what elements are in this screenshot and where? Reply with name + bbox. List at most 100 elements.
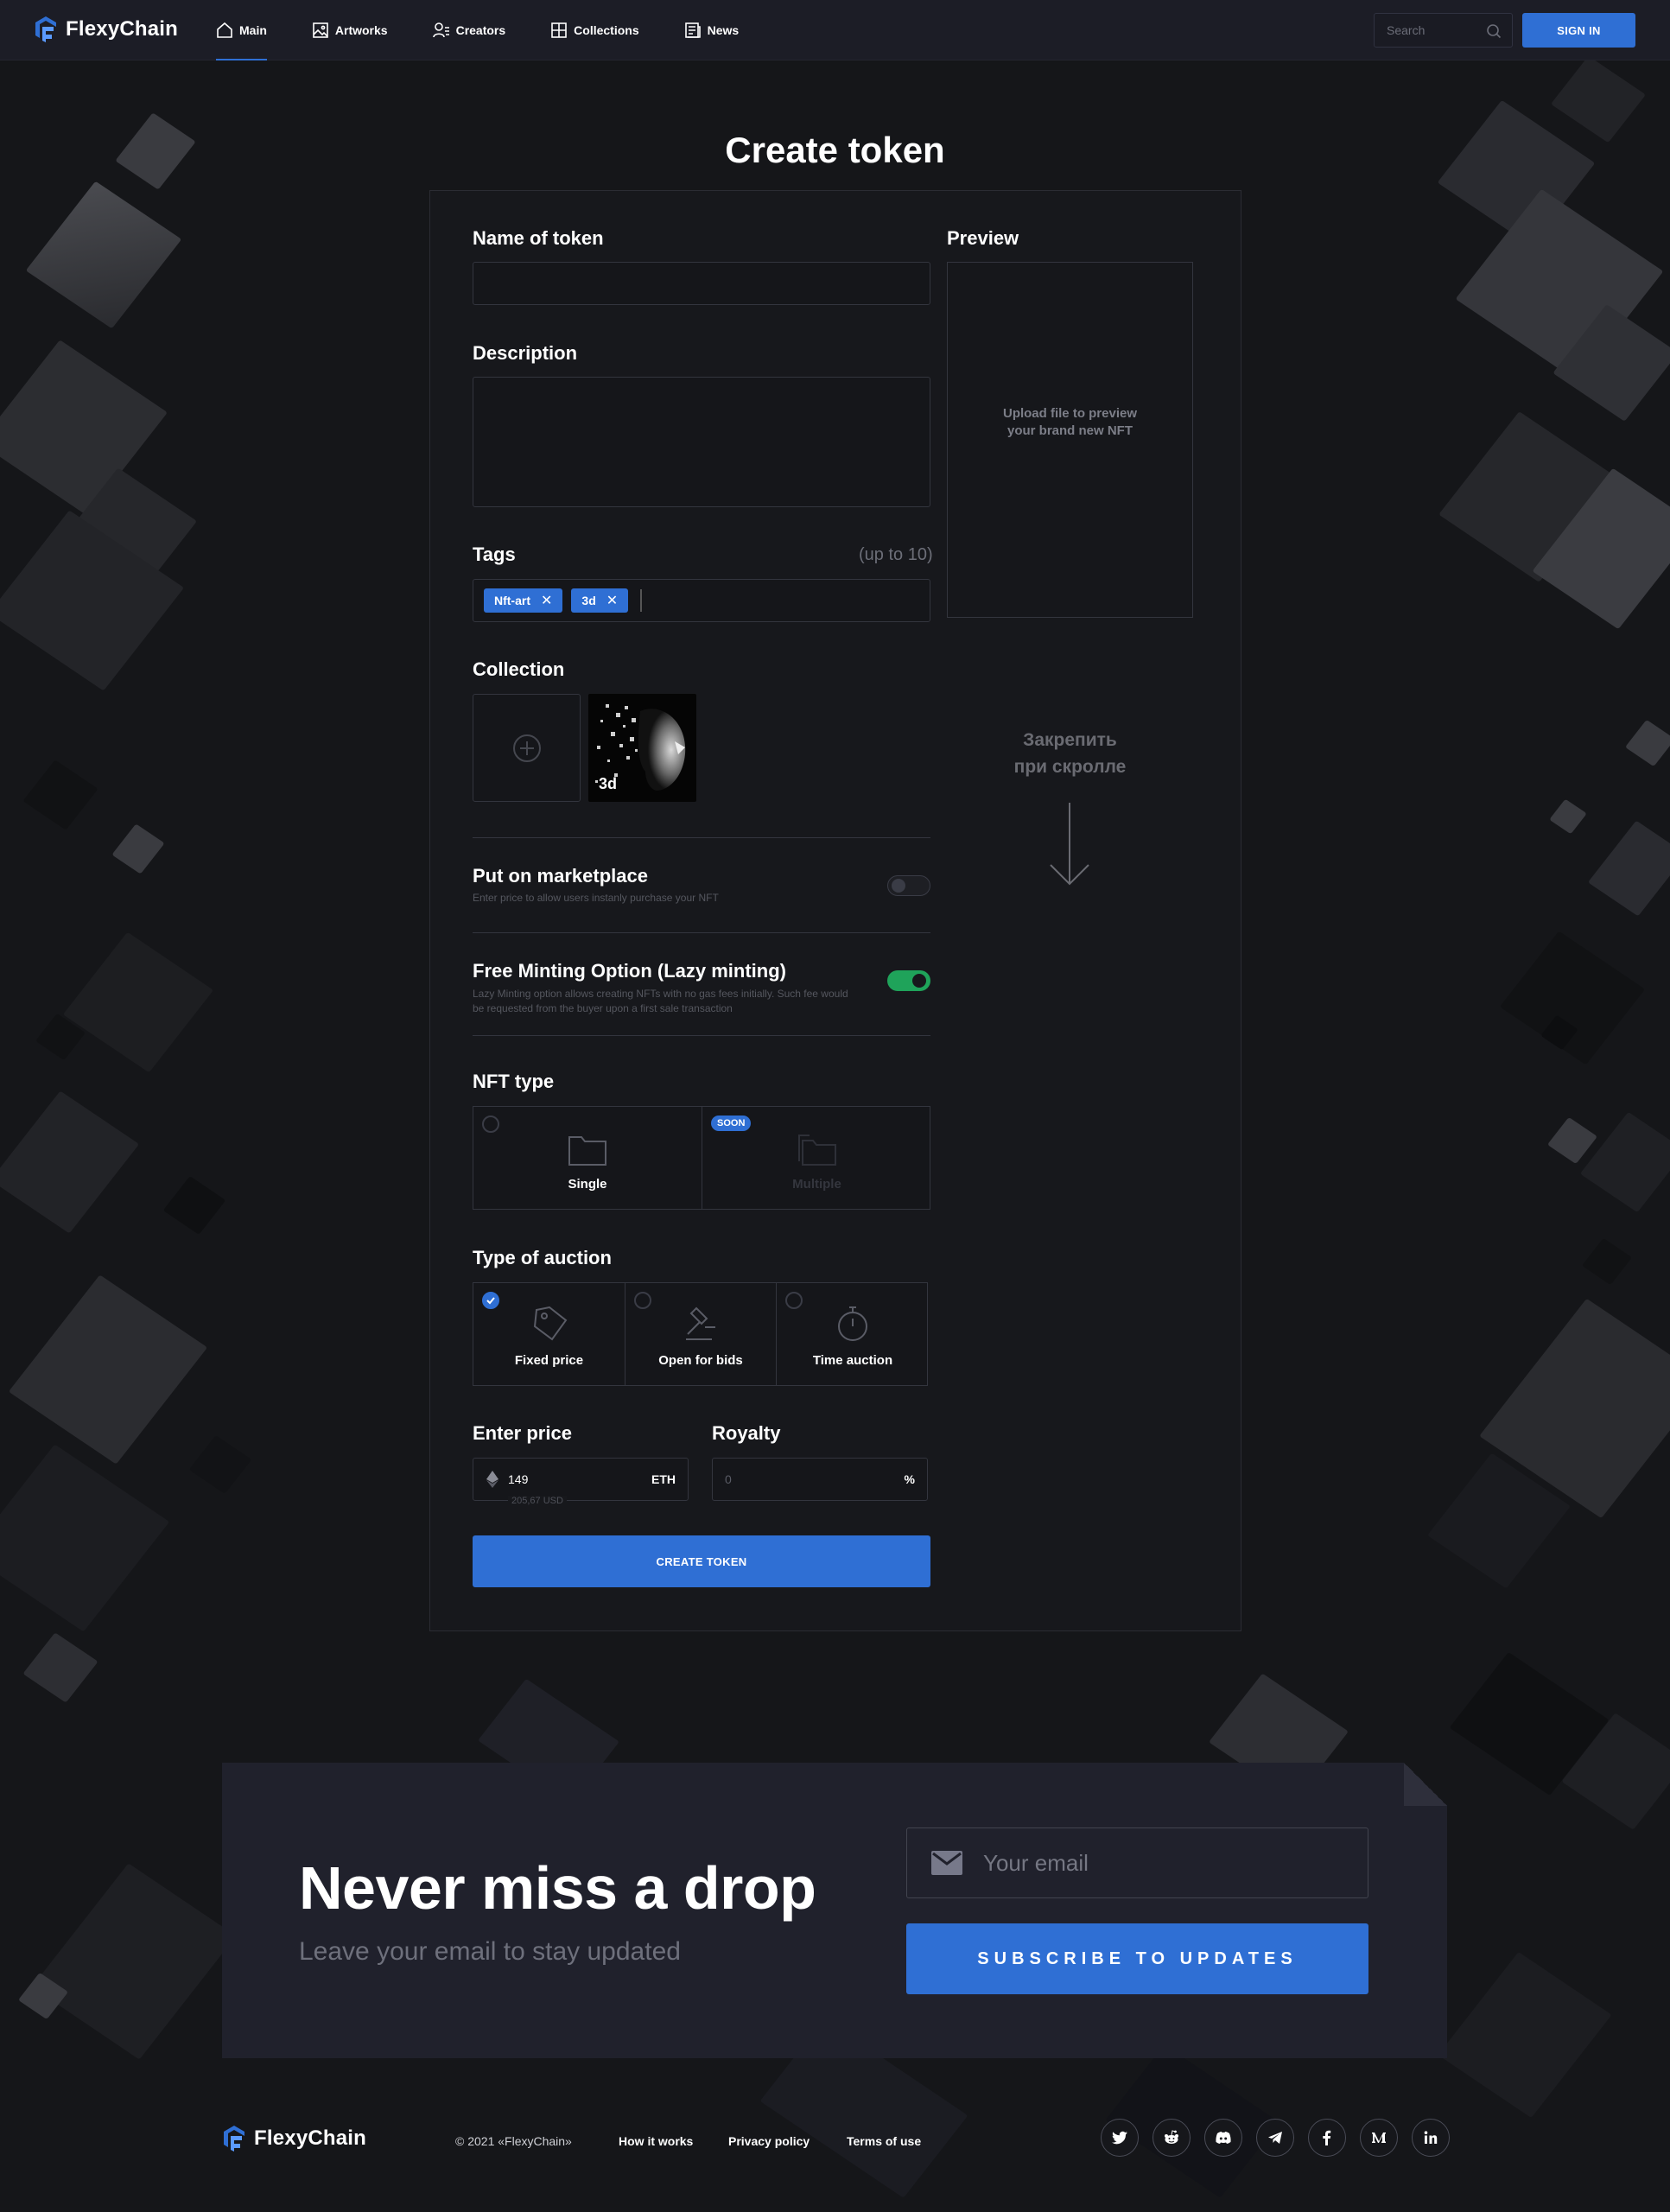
nft-type-label: NFT type: [473, 1071, 555, 1092]
price-input[interactable]: 149 ETH 205,67 USD: [473, 1458, 689, 1506]
search-box: [1374, 13, 1513, 48]
radio-button[interactable]: [634, 1292, 651, 1309]
sign-in-button[interactable]: SIGN IN: [1522, 13, 1635, 48]
folders-icon: [797, 1135, 836, 1166]
pin-on-scroll-note: Закрепить при скролле: [947, 727, 1193, 780]
plus-circle-icon: [512, 734, 541, 762]
social-reddit[interactable]: [1152, 2119, 1191, 2157]
social-facebook[interactable]: [1308, 2119, 1346, 2157]
logo[interactable]: FlexyChain: [33, 16, 178, 43]
image-icon: [313, 22, 328, 38]
name-input[interactable]: [473, 262, 930, 305]
social-linkedin[interactable]: [1412, 2119, 1450, 2157]
check-icon: [486, 1297, 495, 1305]
radio-button-checked[interactable]: [482, 1292, 499, 1309]
nav-item-main[interactable]: Main: [216, 0, 267, 60]
pin-note-line-2: при скролле: [1013, 757, 1127, 777]
nft-type-single[interactable]: Single: [473, 1107, 702, 1209]
remove-tag-icon[interactable]: ✕: [541, 592, 552, 609]
option-label: Multiple: [792, 1177, 841, 1192]
preview-label: Preview: [947, 227, 1019, 249]
folder-icon: [568, 1136, 606, 1166]
page-title: Create token: [725, 130, 945, 170]
remove-tag-icon[interactable]: ✕: [606, 592, 618, 609]
main-nav: Main Artworks Creators Collections News: [216, 0, 784, 60]
description-textarea[interactable]: [473, 377, 930, 507]
name-label: Name of token: [473, 227, 604, 249]
search-icon[interactable]: [1486, 23, 1502, 39]
create-token-button[interactable]: CREATE TOKEN: [473, 1535, 930, 1587]
footer-link-terms-of-use[interactable]: Terms of use: [847, 2134, 921, 2148]
preview-placeholder-text: Upload file to preview your brand new NF…: [1002, 406, 1138, 438]
social-twitter[interactable]: [1101, 2119, 1139, 2157]
logo-text: FlexyChain: [66, 17, 179, 41]
soon-badge: SOON: [711, 1116, 752, 1131]
nft-type-selector: Single SOON Multiple: [473, 1106, 930, 1210]
nav-item-artworks[interactable]: Artworks: [312, 0, 388, 60]
corner-fold: [1404, 1763, 1447, 1806]
tag-label: Nft-art: [494, 594, 530, 607]
option-label: Time auction: [812, 1353, 893, 1368]
flexychain-logo-icon: [35, 16, 56, 42]
search-input[interactable]: [1387, 23, 1482, 37]
nav-item-label: Main: [239, 23, 267, 37]
logo-text: FlexyChain: [254, 2126, 367, 2150]
auction-fixed-price[interactable]: Fixed price: [473, 1283, 625, 1385]
collection-item-3d[interactable]: 3d: [588, 694, 696, 802]
price-currency: ETH: [651, 1472, 676, 1486]
auction-open-for-bids[interactable]: Open for bids: [625, 1283, 777, 1385]
footer-logo[interactable]: FlexyChain: [221, 2125, 366, 2152]
radio-button[interactable]: [785, 1292, 803, 1309]
marketplace-description: Enter price to allow users instanly purc…: [473, 892, 719, 904]
divider: [473, 932, 930, 933]
nav-item-creators[interactable]: Creators: [432, 0, 505, 60]
footer-link-privacy-policy[interactable]: Privacy policy: [728, 2134, 810, 2148]
royalty-input[interactable]: 0 %: [712, 1458, 928, 1501]
discord-icon: [1216, 2132, 1231, 2144]
lazy-minting-toggle[interactable]: [887, 970, 930, 991]
tag-label: 3d: [581, 594, 596, 607]
social-telegram[interactable]: [1256, 2119, 1294, 2157]
nav-item-news[interactable]: News: [684, 0, 739, 60]
lazy-minting-title: Free Minting Option (Lazy minting): [473, 960, 786, 982]
royalty-unit: %: [904, 1472, 915, 1486]
auction-type-selector: Fixed price Open for bids Time auction: [473, 1282, 928, 1386]
home-icon: [217, 22, 232, 38]
divider: [473, 1035, 930, 1036]
user-list-icon: [432, 22, 449, 38]
royalty-placeholder: 0: [725, 1472, 732, 1486]
option-label: Single: [568, 1177, 607, 1192]
marketplace-toggle[interactable]: [887, 875, 930, 896]
subscribe-banner: Never miss a drop Leave your email to st…: [222, 1763, 1447, 2058]
marketplace-title: Put on marketplace: [473, 865, 648, 887]
auction-time[interactable]: Time auction: [777, 1283, 929, 1385]
nav-item-label: Artworks: [334, 23, 388, 37]
email-input[interactable]: [983, 1849, 1329, 1877]
nav-item-collections[interactable]: Collections: [550, 0, 639, 60]
linkedin-icon: [1424, 2131, 1438, 2144]
facebook-icon: [1323, 2130, 1331, 2145]
price-tag-icon: [533, 1306, 567, 1341]
tag-chip: 3d ✕: [571, 588, 629, 613]
tags-limit-hint: (up to 10): [859, 545, 933, 564]
copyright: © 2021 «FlexyChain»: [455, 2134, 572, 2148]
option-label: Open for bids: [658, 1353, 743, 1368]
medium-icon: [1372, 2133, 1386, 2143]
divider: [473, 837, 930, 838]
tags-input[interactable]: Nft-art ✕ 3d ✕: [473, 579, 930, 622]
newspaper-icon: [684, 22, 701, 38]
footer-link-how-it-works[interactable]: How it works: [619, 2134, 693, 2148]
footer: FlexyChain © 2021 «FlexyChain» How it wo…: [0, 2091, 1670, 2212]
radio-button[interactable]: [482, 1116, 499, 1133]
tag-chip: Nft-art ✕: [484, 588, 563, 613]
description-label: Description: [473, 342, 578, 364]
subscribe-button[interactable]: SUBSCRIBE TO UPDATES: [906, 1923, 1368, 1994]
add-collection-button[interactable]: [473, 694, 581, 802]
top-nav-bar: FlexyChain Main Artworks Creators Collec…: [0, 0, 1670, 60]
social-medium[interactable]: [1360, 2119, 1398, 2157]
toggle-knob: [892, 879, 905, 893]
option-label: Fixed price: [514, 1353, 584, 1368]
flexychain-logo-icon: [224, 2126, 244, 2152]
social-discord[interactable]: [1204, 2119, 1242, 2157]
subscribe-title: Never miss a drop: [299, 1854, 816, 1922]
